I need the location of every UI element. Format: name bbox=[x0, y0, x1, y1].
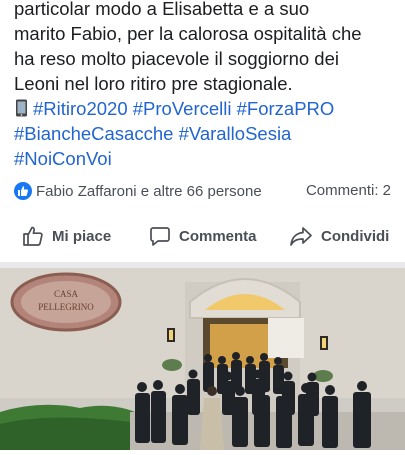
hashtag-link[interactable]: #Ritiro2020 bbox=[33, 98, 128, 119]
like-reaction-icon bbox=[14, 182, 32, 200]
post-line: ha reso molto piacevole il soggiorno dei bbox=[14, 48, 339, 69]
hashtag-link[interactable]: #ProVercelli bbox=[133, 98, 232, 119]
post-line: marito Fabio, per la calorosa ospitalità… bbox=[14, 23, 362, 44]
comment-count[interactable]: Commenti: 2 bbox=[306, 182, 391, 199]
share-arrow-icon bbox=[290, 227, 312, 246]
share-button[interactable]: Condividi bbox=[289, 220, 389, 252]
speech-bubble-icon bbox=[150, 227, 170, 246]
post-line: Leoni nel loro ritiro pre stagionale. bbox=[14, 73, 293, 94]
post-photo[interactable]: CASA PELLEGRINO bbox=[0, 262, 405, 450]
mobile-phone-icon bbox=[14, 98, 29, 117]
hashtag-link[interactable]: #ForzaPRO bbox=[237, 98, 335, 119]
hashtag-link[interactable]: #NoiConVoi bbox=[14, 148, 112, 169]
share-label: Condividi bbox=[321, 227, 390, 245]
hashtag-link[interactable]: #VaralloSesia bbox=[179, 123, 292, 144]
action-bar: Mi piace Commenta Condividi bbox=[0, 220, 405, 252]
like-label: Mi piace bbox=[52, 227, 112, 245]
reaction-names[interactable]: Fabio Zaffaroni e altre 66 persone bbox=[36, 183, 262, 200]
photo-sign-text: PELLEGRINO bbox=[38, 302, 94, 312]
thumbs-up-icon bbox=[23, 226, 43, 246]
like-button[interactable]: Mi piace bbox=[22, 220, 111, 252]
comment-label: Commenta bbox=[179, 227, 257, 245]
hashtag-line: #BiancheCasacche #VaralloSesia bbox=[14, 121, 399, 146]
hashtag-line: #Ritiro2020 #ProVercelli #ForzaPRO bbox=[14, 96, 399, 121]
comment-button[interactable]: Commenta bbox=[149, 220, 257, 252]
post-text: particolar modo a Elisabetta e a suo mar… bbox=[14, 0, 399, 171]
post-line: particolar modo a Elisabetta e a suo bbox=[14, 0, 310, 19]
reactions-bar: Fabio Zaffaroni e altre 66 persone Comme… bbox=[14, 182, 394, 204]
photo-sign-text: CASA bbox=[54, 289, 79, 299]
hashtag-link[interactable]: #BiancheCasacche bbox=[14, 123, 173, 144]
hashtag-line: #NoiConVoi bbox=[14, 146, 399, 171]
